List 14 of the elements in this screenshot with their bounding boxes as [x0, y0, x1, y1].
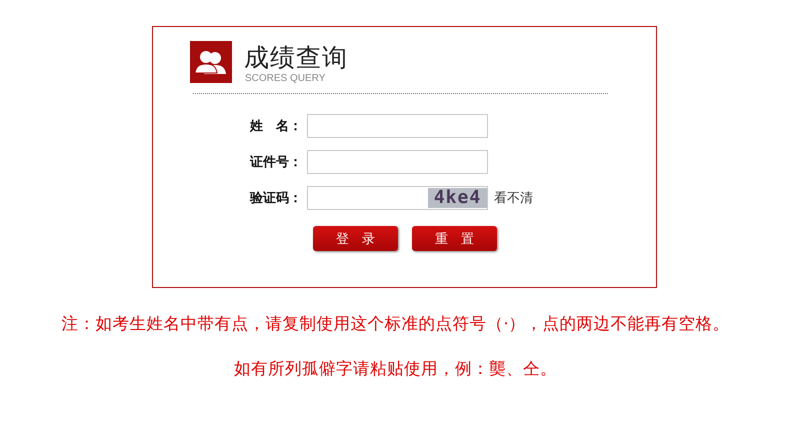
input-field[interactable] [307, 114, 488, 138]
reset-button[interactable]: 重 置 [412, 226, 497, 251]
field-label: 验证码： [248, 190, 303, 207]
input-field[interactable] [307, 150, 488, 174]
page-subtitle: SCORES QUERY [245, 73, 326, 84]
field-label: 姓 名： [248, 118, 303, 135]
page-title: 成绩查询 [244, 43, 348, 73]
field-label: 证件号： [248, 154, 303, 171]
captcha-image: 4ke4 [428, 188, 487, 208]
login-button[interactable]: 登 录 [313, 226, 398, 251]
refresh-link[interactable]: 看不清 [494, 189, 533, 207]
notice-text: 注：如考生姓名中带有点，请复制使用这个标准的点符号（·），点的两边不能再有空格。 [60, 314, 731, 334]
input-field[interactable]: 4ke4 [307, 186, 488, 210]
notice-text: 如有所列孤僻字请粘贴使用，例：龑、仝。 [233, 359, 558, 379]
